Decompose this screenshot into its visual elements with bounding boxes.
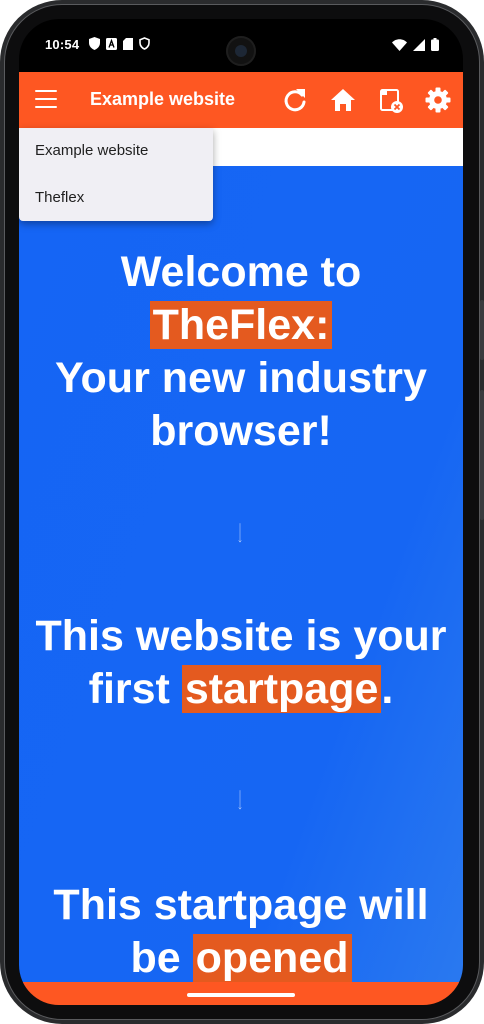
hamburger-menu-icon[interactable] — [35, 90, 57, 108]
welcome-line-1: Welcome to — [120, 248, 362, 296]
notification-icons — [89, 37, 150, 50]
startpage-suffix: . — [381, 665, 394, 713]
status-bar: 10:54 — [19, 19, 463, 72]
gesture-handle[interactable] — [187, 993, 295, 997]
wifi-icon — [392, 38, 407, 51]
dropdown-item-example-website[interactable]: Example website — [19, 128, 213, 175]
down-arrow-icon — [238, 523, 242, 543]
startpage-highlight: startpage — [181, 665, 382, 713]
signal-icon — [413, 38, 425, 51]
system-icons — [392, 38, 439, 51]
volume-button — [480, 390, 484, 520]
front-camera — [226, 36, 256, 66]
welcome-line-3: Your new industry — [55, 354, 427, 402]
phone-frame: 10:54 Welcome to TheFlex: Your new indus… — [0, 0, 484, 1024]
status-time: 10:54 — [45, 37, 80, 52]
opened-line-2: be opened — [19, 932, 463, 985]
startpage-heading: This website is your first startpage. — [19, 610, 463, 716]
website-dropdown-menu: Example website Theflex — [19, 128, 213, 221]
battery-icon — [431, 38, 439, 51]
opened-highlight: opened — [192, 934, 352, 982]
welcome-line-2: TheFlex: — [19, 299, 463, 352]
down-arrow-icon — [238, 790, 242, 810]
screen: 10:54 Welcome to TheFlex: Your new indus… — [19, 19, 463, 1005]
opened-prefix: be — [130, 934, 193, 982]
brand-highlight: TheFlex: — [149, 301, 333, 349]
opened-heading: This startpage will be opened automatica… — [19, 879, 463, 986]
dropdown-item-theflex[interactable]: Theflex — [19, 175, 213, 222]
vpn-shield-icon — [139, 37, 150, 50]
sd-card-icon — [123, 37, 133, 50]
opened-line-1: This startpage will — [53, 881, 429, 929]
startpage-line-1: This website is your — [35, 612, 447, 660]
startpage-prefix: first — [88, 665, 182, 713]
welcome-heading: Welcome to TheFlex: Your new industry br… — [19, 246, 463, 458]
startpage-line-2: first startpage. — [19, 663, 463, 716]
font-a-icon — [106, 37, 117, 50]
home-icon[interactable] — [329, 86, 357, 114]
welcome-line-4: browser! — [150, 407, 332, 455]
close-tab-icon[interactable] — [377, 86, 405, 114]
power-button — [480, 300, 484, 360]
reload-icon[interactable] — [281, 86, 309, 114]
app-bar: Example website — [19, 72, 463, 128]
shield-icon — [89, 37, 100, 50]
web-content[interactable]: Welcome to TheFlex: Your new industry br… — [19, 166, 463, 986]
settings-gear-icon[interactable] — [424, 86, 452, 114]
app-bar-title[interactable]: Example website — [90, 89, 235, 110]
